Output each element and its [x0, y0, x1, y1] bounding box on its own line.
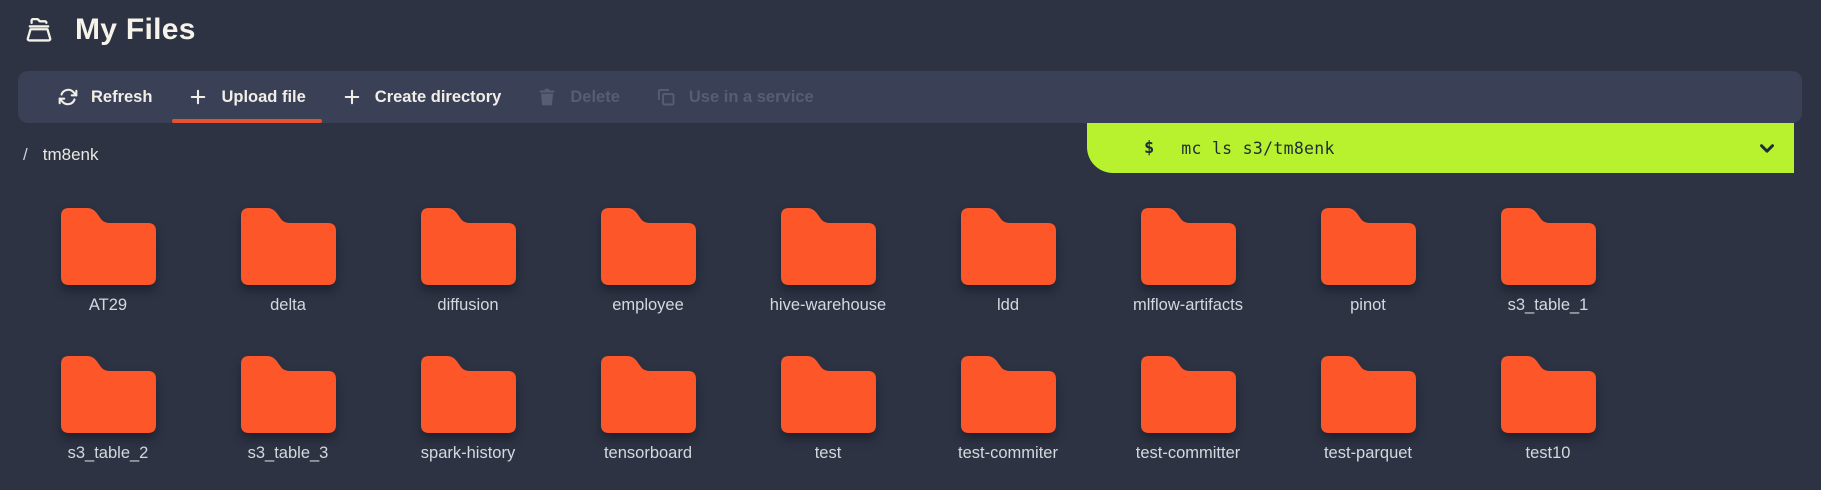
- toolbar: Refresh Upload file Create directory Del…: [18, 71, 1802, 123]
- folder-label: test-committer: [1136, 444, 1241, 463]
- page-header: My Files: [0, 0, 1821, 50]
- folder-tile[interactable]: test: [738, 356, 918, 463]
- upload-file-label: Upload file: [221, 88, 305, 107]
- folder-tile[interactable]: employee: [558, 208, 738, 315]
- folder-icon: [61, 208, 156, 285]
- command-prompt: $: [1144, 138, 1154, 158]
- delete-label: Delete: [570, 88, 620, 107]
- folder-icon: [1501, 356, 1596, 433]
- folder-label: mlflow-artifacts: [1133, 296, 1243, 315]
- use-in-service-button[interactable]: Use in a service: [638, 71, 832, 123]
- folder-tile[interactable]: test-committer: [1098, 356, 1278, 463]
- folder-icon: [1321, 356, 1416, 433]
- folder-label: spark-history: [421, 444, 515, 463]
- folder-icon: [241, 208, 336, 285]
- plus-icon: [342, 87, 362, 107]
- folder-tile[interactable]: s3_table_2: [18, 356, 198, 463]
- folder-label: hive-warehouse: [770, 296, 886, 315]
- folder-tile[interactable]: test10: [1458, 356, 1638, 463]
- folder-label: employee: [612, 296, 684, 315]
- plus-icon: [188, 87, 208, 107]
- folder-tile[interactable]: s3_table_1: [1458, 208, 1638, 315]
- folder-label: ldd: [997, 296, 1019, 315]
- folder-icon: [1321, 208, 1416, 285]
- breadcrumb-path[interactable]: tm8enk: [43, 145, 99, 165]
- command-bar[interactable]: $ mc ls s3/tm8enk: [1087, 123, 1794, 173]
- folder-icon: [1141, 208, 1236, 285]
- folder-label: test: [815, 444, 842, 463]
- copy-icon: [656, 87, 676, 107]
- page-title: My Files: [75, 13, 196, 47]
- folder-label: pinot: [1350, 296, 1386, 315]
- create-directory-button[interactable]: Create directory: [324, 71, 520, 123]
- folder-tile[interactable]: hive-warehouse: [738, 208, 918, 315]
- folder-label: s3_table_2: [68, 444, 149, 463]
- folder-icon: [421, 208, 516, 285]
- my-files-icon: [20, 13, 58, 47]
- folder-icon: [1501, 208, 1596, 285]
- use-in-service-label: Use in a service: [689, 88, 814, 107]
- folder-tile[interactable]: AT29: [18, 208, 198, 315]
- folder-label: tensorboard: [604, 444, 692, 463]
- folder-icon: [421, 356, 516, 433]
- folder-tile[interactable]: delta: [198, 208, 378, 315]
- folder-label: test-parquet: [1324, 444, 1412, 463]
- folder-tile[interactable]: pinot: [1278, 208, 1458, 315]
- folder-label: s3_table_1: [1508, 296, 1589, 315]
- breadcrumb: / tm8enk: [23, 145, 98, 165]
- folder-icon: [601, 208, 696, 285]
- chevron-down-icon[interactable]: [1756, 137, 1778, 159]
- folder-label: AT29: [89, 296, 127, 315]
- folder-icon: [781, 208, 876, 285]
- folder-label: delta: [270, 296, 306, 315]
- folder-icon: [1141, 356, 1236, 433]
- breadcrumb-separator: /: [23, 145, 28, 165]
- delete-button[interactable]: Delete: [519, 71, 638, 123]
- folder-tile[interactable]: mlflow-artifacts: [1098, 208, 1278, 315]
- folder-icon: [241, 356, 336, 433]
- refresh-button[interactable]: Refresh: [40, 71, 170, 123]
- folder-tile[interactable]: spark-history: [378, 356, 558, 463]
- folder-tile[interactable]: test-commiter: [918, 356, 1098, 463]
- command-text: mc ls s3/tm8enk: [1181, 139, 1335, 158]
- upload-file-button[interactable]: Upload file: [170, 71, 323, 123]
- folder-tile[interactable]: ldd: [918, 208, 1098, 315]
- folder-tile[interactable]: s3_table_3: [198, 356, 378, 463]
- folder-label: test-commiter: [958, 444, 1058, 463]
- folder-icon: [961, 208, 1056, 285]
- folder-tile[interactable]: tensorboard: [558, 356, 738, 463]
- folder-tile[interactable]: test-parquet: [1278, 356, 1458, 463]
- folder-grid: AT29 delta diffusion employee hive-wareh…: [18, 208, 1638, 463]
- refresh-icon: [58, 87, 78, 107]
- create-directory-label: Create directory: [375, 88, 502, 107]
- folder-label: s3_table_3: [248, 444, 329, 463]
- folder-icon: [961, 356, 1056, 433]
- trash-icon: [537, 87, 557, 107]
- folder-label: diffusion: [437, 296, 498, 315]
- folder-tile[interactable]: diffusion: [378, 208, 558, 315]
- folder-icon: [601, 356, 696, 433]
- folder-icon: [781, 356, 876, 433]
- folder-icon: [61, 356, 156, 433]
- folder-label: test10: [1526, 444, 1571, 463]
- refresh-label: Refresh: [91, 88, 152, 107]
